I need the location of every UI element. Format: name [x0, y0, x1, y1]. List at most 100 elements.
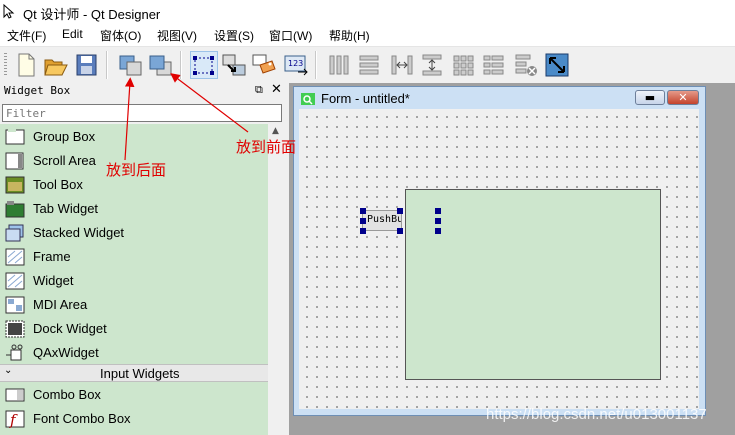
layout-form-button[interactable]: [480, 51, 508, 79]
open-button[interactable]: [42, 51, 70, 79]
input-widgets-list: Combo Box f Font Combo Box: [0, 382, 268, 435]
menu-window[interactable]: 窗口(W): [269, 27, 312, 44]
widget-box-item-label: Font Combo Box: [33, 411, 131, 426]
widget-box-item[interactable]: Combo Box: [0, 383, 268, 407]
qt-designer-app-icon: [3, 3, 15, 19]
form-canvas[interactable]: PushButton: [299, 109, 699, 409]
edit-widgets-button[interactable]: [190, 51, 218, 79]
layout-form-icon: [483, 55, 504, 75]
undock-icon[interactable]: ⧉: [255, 83, 263, 97]
font-combo-box-icon: f: [5, 410, 25, 428]
minimize-button[interactable]: ▬: [635, 90, 665, 105]
dock-widget-icon: [5, 320, 25, 338]
widget-box-item-label: MDI Area: [33, 297, 88, 312]
green-widget[interactable]: [405, 189, 661, 380]
toolbar-separator: [180, 51, 182, 79]
form-titlebar[interactable]: Form - untitled* ▬ ✕: [294, 87, 705, 109]
main-toolbar: 123: [0, 46, 735, 83]
close-x-icon: ✕: [678, 91, 688, 104]
edit-signals-slots-icon: [222, 54, 246, 76]
selection-handle[interactable]: [397, 228, 403, 234]
selection-handle[interactable]: [435, 228, 441, 234]
menu-settings[interactable]: 设置(S): [214, 27, 254, 44]
widget-box-item[interactable]: MDI Area: [0, 293, 268, 317]
layout-horizontal-splitter-icon: [391, 55, 413, 75]
edit-widgets-icon: [193, 56, 214, 75]
layout-horizontal-button[interactable]: [325, 51, 353, 79]
scroll-up-icon[interactable]: ▲: [272, 126, 279, 136]
widget-box-item-label: Combo Box: [33, 387, 101, 402]
save-icon: [76, 54, 97, 76]
qaxwidget-icon: [6, 344, 23, 361]
toolbar-separator: [106, 51, 108, 79]
layout-grid-button[interactable]: [450, 51, 478, 79]
svg-text:123: 123: [288, 59, 303, 68]
menu-file[interactable]: 文件(F): [7, 27, 46, 44]
widget-box-item[interactable]: Group Box: [0, 125, 268, 149]
close-icon[interactable]: ✕: [271, 82, 282, 97]
frame-icon: [5, 248, 25, 266]
annotation-bring-to-front: 放到前面: [236, 138, 297, 156]
widget-box-title: Widget Box: [4, 84, 71, 97]
edit-signals-slots-button[interactable]: [220, 51, 248, 79]
toolbar-grip[interactable]: [4, 53, 7, 77]
widget-box-item-label: QAxWidget: [33, 345, 99, 360]
layout-vertical-splitter-button[interactable]: [418, 51, 446, 79]
break-layout-button[interactable]: [512, 51, 540, 79]
widget-box-item[interactable]: Widget: [0, 269, 268, 293]
edit-buddies-button[interactable]: [250, 51, 278, 79]
widget-box-header: Widget Box ⧉ ✕: [0, 82, 288, 100]
widget-icon: [5, 272, 25, 290]
break-layout-icon: [515, 54, 537, 76]
adjust-size-icon: [545, 53, 569, 77]
filter-input[interactable]: [2, 104, 282, 122]
category-label: Input Widgets: [100, 366, 180, 381]
widget-box-item[interactable]: QAxWidget: [0, 341, 268, 364]
menu-view[interactable]: 视图(V): [157, 27, 197, 44]
edit-tab-order-icon: 123: [284, 55, 308, 76]
menu-edit[interactable]: Edit: [62, 27, 83, 41]
tool-box-icon: [5, 176, 25, 194]
window-title: Qt 设计师 - Qt Designer: [23, 7, 161, 22]
send-to-back-icon: [119, 55, 142, 76]
form-close-button[interactable]: ✕: [667, 90, 699, 105]
widget-box-item[interactable]: Dock Widget: [0, 317, 268, 341]
open-folder-icon: [44, 59, 68, 76]
push-button-label: PushButton: [367, 214, 401, 225]
new-file-button[interactable]: [12, 51, 40, 79]
chevron-down-icon: ⌄: [4, 365, 13, 376]
category-input-widgets[interactable]: ⌄ Input Widgets: [0, 364, 268, 382]
widget-box-scrollbar[interactable]: ▲: [269, 124, 284, 435]
layout-vertical-button[interactable]: [355, 51, 383, 79]
edit-tab-order-button[interactable]: 123: [282, 51, 310, 79]
menu-form[interactable]: 窗体(O): [100, 27, 141, 44]
menu-help[interactable]: 帮助(H): [329, 27, 370, 44]
bring-to-front-icon: [149, 55, 172, 76]
selection-handle[interactable]: [360, 228, 366, 234]
widget-box-item-label: Frame: [33, 249, 71, 264]
selection-handle[interactable]: [397, 208, 403, 214]
selection-handle[interactable]: [435, 208, 441, 214]
widget-box-item[interactable]: f Font Combo Box: [0, 407, 268, 431]
widget-box-item[interactable]: Tab Widget: [0, 197, 268, 221]
form-title: Form - untitled*: [321, 91, 410, 106]
widget-box-item[interactable]: Stacked Widget: [0, 221, 268, 245]
edit-buddies-icon: [252, 54, 276, 74]
selection-handle[interactable]: [360, 218, 366, 224]
selection-handle[interactable]: [435, 218, 441, 224]
group-box-icon: [5, 128, 25, 145]
send-to-back-button[interactable]: [116, 51, 144, 79]
form-window[interactable]: Form - untitled* ▬ ✕ PushButton: [293, 86, 706, 416]
combo-box-icon: [5, 388, 25, 402]
save-button[interactable]: [72, 51, 100, 79]
layout-horizontal-splitter-button[interactable]: [388, 51, 416, 79]
adjust-size-button[interactable]: [543, 51, 571, 79]
selection-handle[interactable]: [360, 208, 366, 214]
push-button[interactable]: PushButton: [362, 210, 402, 231]
widget-box-item-label: Widget: [33, 273, 74, 288]
stacked-widget-icon: [5, 224, 24, 242]
mdi-area-icon: [5, 296, 25, 314]
widget-box-item-label: Stacked Widget: [33, 225, 125, 240]
widget-box-item[interactable]: Frame: [0, 245, 268, 269]
bring-to-front-button[interactable]: [146, 51, 174, 79]
